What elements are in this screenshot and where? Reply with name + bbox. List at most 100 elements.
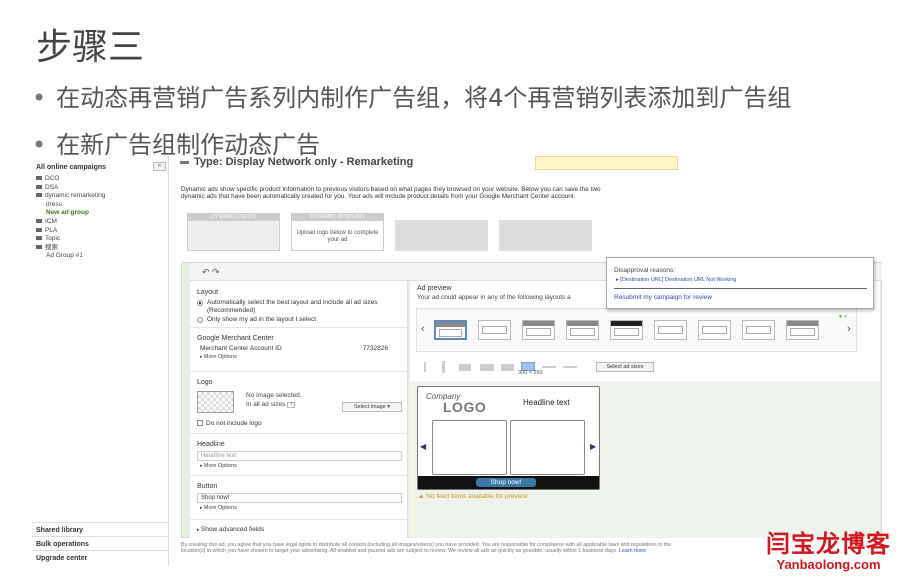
bullet-dot: • bbox=[32, 84, 47, 112]
sidebar-item-new-ad-group[interactable]: New ad group bbox=[36, 209, 105, 218]
headline-input[interactable]: Headline text bbox=[197, 451, 402, 461]
folder-icon bbox=[36, 227, 42, 232]
size-option[interactable] bbox=[424, 362, 426, 372]
size-option[interactable] bbox=[459, 364, 471, 371]
selected-size-label: 300 × 250 bbox=[518, 370, 543, 376]
sidebar-item-search[interactable]: 搜索 bbox=[36, 244, 105, 253]
button-more-options[interactable]: More Options bbox=[197, 505, 402, 511]
logo-status: No image selected. In all ad sizes ? bbox=[246, 392, 302, 408]
bullet-text: 在新广告组制作动态广告 bbox=[56, 131, 321, 159]
notice-box bbox=[535, 156, 678, 170]
help-icon[interactable]: ? bbox=[287, 402, 296, 408]
folder-icon bbox=[36, 176, 42, 181]
folder-icon bbox=[36, 236, 42, 241]
slide-bullet-2: • 在新广告组制作动态广告 bbox=[32, 125, 320, 160]
sidebar-item-dynamic-remarketing[interactable]: dynamic remarketing bbox=[36, 192, 105, 201]
size-option[interactable] bbox=[563, 366, 577, 368]
logo-title: Logo bbox=[197, 379, 213, 386]
divider bbox=[614, 288, 867, 289]
layout-thumb[interactable] bbox=[654, 320, 687, 340]
layout-thumb[interactable] bbox=[786, 320, 819, 340]
folder-icon bbox=[36, 184, 42, 189]
show-advanced-fields[interactable]: Show advanced fields bbox=[197, 526, 264, 533]
layout-thumb[interactable] bbox=[698, 320, 731, 340]
card-caption: DYNAMIC (TEXT) bbox=[188, 214, 279, 221]
sidebar-item-dsa[interactable]: DSA bbox=[36, 184, 105, 193]
size-option[interactable] bbox=[501, 364, 514, 371]
no-logo-checkbox-row[interactable]: Do not include logo bbox=[197, 420, 262, 427]
bullet-dot: • bbox=[32, 131, 47, 159]
layout-section: Layout Automatically select the best lay… bbox=[197, 289, 402, 324]
divider bbox=[190, 327, 408, 328]
divider bbox=[190, 519, 408, 520]
layout-thumb[interactable] bbox=[522, 320, 555, 340]
campaign-tree: DCO DSA dynamic remarketing dress New ad… bbox=[36, 175, 105, 261]
headline-section: Headline Headline text More Options bbox=[197, 441, 402, 469]
sidebar-header[interactable]: All online campaigns bbox=[36, 164, 106, 171]
layout-thumb[interactable] bbox=[610, 320, 643, 340]
select-ad-sizes-button[interactable]: Select ad sizes bbox=[596, 362, 654, 372]
ad-card-placeholder bbox=[395, 220, 488, 251]
sidebar-item-dco[interactable]: DCO bbox=[36, 175, 105, 184]
divider bbox=[190, 371, 408, 372]
disapproval-reason[interactable]: ▸ [Destination URL] Destination URL Not … bbox=[616, 277, 736, 283]
layout-manual-option[interactable]: Only show my ad in the layout I select bbox=[197, 316, 402, 324]
learn-more-link[interactable]: Learn more bbox=[619, 548, 646, 554]
no-feed-warning: ▲ No feed items available for preview. bbox=[418, 493, 529, 500]
carousel-dots: ●● bbox=[838, 314, 848, 320]
mock-arrow-right-icon: ▶ bbox=[590, 442, 597, 451]
watermark-en: Yanbaolong.com bbox=[776, 557, 881, 572]
mock-arrow-left-icon: ◀ bbox=[420, 442, 427, 451]
folder-icon bbox=[36, 219, 42, 224]
logo-placeholder-image bbox=[197, 391, 234, 413]
merchant-account-row: Merchant Center Account ID 7732826 bbox=[200, 345, 388, 352]
radio-icon[interactable] bbox=[197, 317, 203, 323]
layout-title: Layout bbox=[197, 289, 219, 296]
dynamic-display-ad-card[interactable]: DYNAMIC (DISPLAY) Upload logo below to c… bbox=[291, 213, 384, 251]
disapproval-title: Disapproval reasons: bbox=[614, 267, 676, 274]
slide-title: 步骤三 bbox=[36, 27, 145, 68]
sidebar-item-icm[interactable]: ICM bbox=[36, 218, 105, 227]
layout-thumb[interactable] bbox=[566, 320, 599, 340]
merchant-title: Google Merchant Center bbox=[197, 335, 274, 342]
chevron-right-icon[interactable]: › bbox=[847, 323, 851, 335]
mock-logo-text: LOGO bbox=[443, 399, 487, 415]
layout-auto-option[interactable]: Automatically select the best layout and… bbox=[197, 299, 402, 314]
ad-mockup: Company LOGO Headline text ◀ ▶ Shop now! bbox=[417, 386, 600, 490]
merchant-more-options[interactable]: More Options bbox=[197, 354, 402, 360]
chevron-left-icon[interactable]: ‹ bbox=[421, 323, 425, 335]
mock-shop-button: Shop now! bbox=[476, 478, 536, 487]
ad-preview: Ad preview Your ad could appear in any o… bbox=[410, 281, 880, 538]
divider bbox=[190, 433, 408, 434]
type-bar-icon bbox=[180, 160, 189, 164]
undo-redo-icon[interactable]: ↶ ↷ bbox=[202, 267, 220, 278]
sidebar-item-ad-group-1[interactable]: Ad Group #1 bbox=[36, 252, 105, 261]
layout-thumb[interactable] bbox=[478, 320, 511, 340]
dynamic-text-ad-card[interactable]: DYNAMIC (TEXT) bbox=[187, 213, 280, 251]
size-option[interactable] bbox=[480, 364, 494, 371]
merchant-account-id: 7732826 bbox=[362, 345, 388, 352]
checkbox[interactable] bbox=[197, 420, 203, 427]
headline-more-options[interactable]: More Options bbox=[197, 463, 402, 469]
size-option[interactable] bbox=[442, 361, 445, 373]
dynamic-ads-description: Dynamic ads show specific product inform… bbox=[181, 186, 601, 201]
mock-product-tile bbox=[510, 420, 585, 475]
size-option[interactable] bbox=[542, 366, 556, 368]
radio-selected-icon[interactable] bbox=[197, 300, 203, 306]
sidebar-collapse-button[interactable]: « bbox=[153, 162, 166, 171]
button-title: Button bbox=[197, 483, 218, 490]
layout-thumb[interactable] bbox=[434, 320, 467, 340]
divider bbox=[190, 475, 408, 476]
sidebar-item-topic[interactable]: Topic bbox=[36, 235, 105, 244]
layout-thumb[interactable] bbox=[742, 320, 775, 340]
sidebar-item-dress[interactable]: dress bbox=[36, 201, 105, 210]
sidebar-upgrade-center[interactable]: Upgrade center bbox=[32, 550, 169, 566]
legal-notice: By creating this ad, you agree that you … bbox=[181, 542, 672, 555]
sidebar-item-pla[interactable]: PLA bbox=[36, 227, 105, 236]
logo-section: Logo No image selected. In all ad sizes … bbox=[197, 379, 402, 429]
resubmit-link[interactable]: Resubmit my campaign for review bbox=[614, 294, 712, 301]
button-text-input[interactable]: Shop now! bbox=[197, 493, 402, 503]
adwords-screenshot: All online campaigns « DCO DSA dynamic r… bbox=[32, 156, 882, 566]
bullet-text: 在动态再营销广告系列内制作广告组，将4个再营销列表添加到广告组 bbox=[56, 84, 792, 112]
select-image-button[interactable]: Select image ▾ bbox=[342, 402, 402, 412]
